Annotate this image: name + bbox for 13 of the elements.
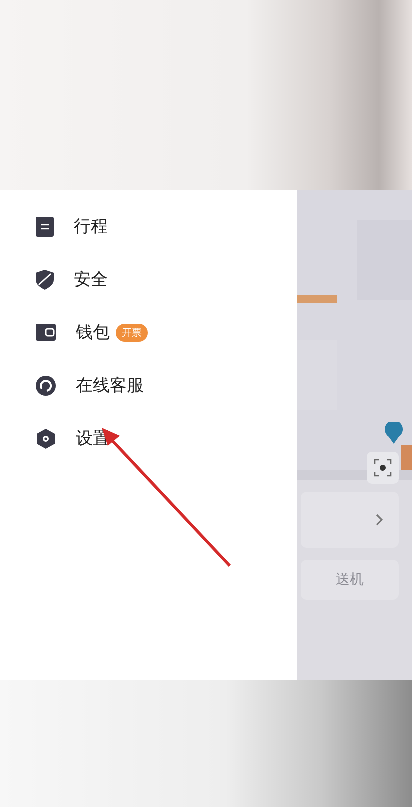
document-icon xyxy=(36,216,54,236)
menu-badge: 开票 xyxy=(116,324,148,342)
map-pin-icon xyxy=(385,422,403,444)
menu-item[interactable]: 行程 xyxy=(0,200,297,253)
wallet-icon xyxy=(36,324,56,341)
locate-icon xyxy=(374,459,392,477)
menu-item[interactable]: 安全 xyxy=(0,253,297,306)
menu-item[interactable]: 在线客服 xyxy=(0,359,297,412)
locate-button[interactable] xyxy=(367,452,399,484)
chevron-right-icon xyxy=(376,514,384,526)
shield-icon xyxy=(36,270,54,290)
settings-icon xyxy=(36,428,56,448)
menu-item[interactable]: 钱包 开票 xyxy=(0,306,297,359)
